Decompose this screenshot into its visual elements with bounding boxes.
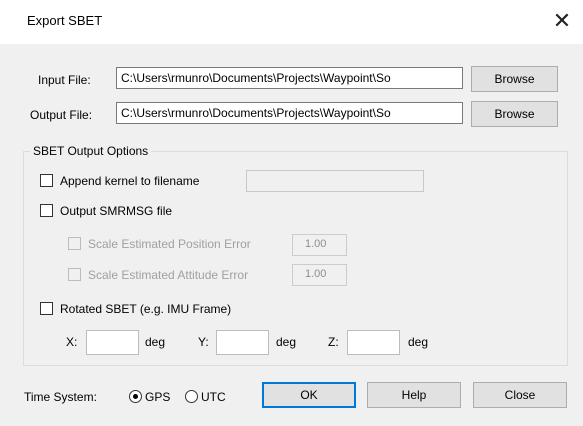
z-unit-label: deg bbox=[408, 335, 429, 349]
output-file-label: Output File: bbox=[30, 108, 93, 122]
x-rotation-field[interactable] bbox=[86, 330, 139, 355]
scale-position-field[interactable]: 1.00 bbox=[292, 234, 347, 256]
y-rotation-field[interactable] bbox=[216, 330, 269, 355]
scale-attitude-label: Scale Estimated Attitude Error bbox=[88, 268, 249, 282]
scale-attitude-checkbox[interactable] bbox=[68, 268, 81, 281]
rotated-sbet-label: Rotated SBET (e.g. IMU Frame) bbox=[60, 302, 232, 316]
gps-radio[interactable] bbox=[129, 390, 142, 403]
output-browse-button[interactable]: Browse bbox=[471, 101, 558, 127]
kernel-field[interactable] bbox=[246, 170, 424, 192]
input-browse-button[interactable]: Browse bbox=[471, 66, 558, 92]
gps-radio-label: GPS bbox=[145, 390, 171, 404]
radio-selected-dot bbox=[133, 394, 138, 399]
scale-position-checkbox[interactable] bbox=[68, 237, 81, 250]
y-label: Y: bbox=[198, 335, 209, 349]
group-title: SBET Output Options bbox=[30, 144, 152, 158]
x-unit-label: deg bbox=[145, 335, 166, 349]
scale-attitude-field[interactable]: 1.00 bbox=[292, 264, 347, 286]
output-smrmsg-checkbox[interactable] bbox=[40, 204, 53, 217]
ok-button[interactable]: OK bbox=[262, 382, 356, 408]
output-file-field[interactable]: C:\Users\rmunro\Documents\Projects\Waypo… bbox=[116, 102, 463, 124]
z-label: Z: bbox=[328, 335, 339, 349]
input-file-label: Input File: bbox=[38, 73, 91, 87]
rotated-sbet-checkbox[interactable] bbox=[40, 302, 53, 315]
time-system-label: Time System: bbox=[24, 390, 97, 404]
append-kernel-checkbox[interactable] bbox=[40, 174, 53, 187]
append-kernel-label: Append kernel to filename bbox=[60, 174, 200, 188]
utc-radio-label: UTC bbox=[201, 390, 226, 404]
x-label: X: bbox=[66, 335, 78, 349]
utc-radio[interactable] bbox=[185, 390, 198, 403]
help-button[interactable]: Help bbox=[367, 382, 461, 408]
input-file-field[interactable]: C:\Users\rmunro\Documents\Projects\Waypo… bbox=[116, 67, 463, 89]
y-unit-label: deg bbox=[276, 335, 297, 349]
window-title: Export SBET bbox=[27, 13, 103, 28]
close-icon[interactable]: ✕ bbox=[548, 8, 576, 36]
z-rotation-field[interactable] bbox=[347, 330, 400, 355]
close-button[interactable]: Close bbox=[473, 382, 567, 408]
scale-position-label: Scale Estimated Position Error bbox=[88, 237, 251, 251]
output-smrmsg-label: Output SMRMSG file bbox=[60, 204, 173, 218]
